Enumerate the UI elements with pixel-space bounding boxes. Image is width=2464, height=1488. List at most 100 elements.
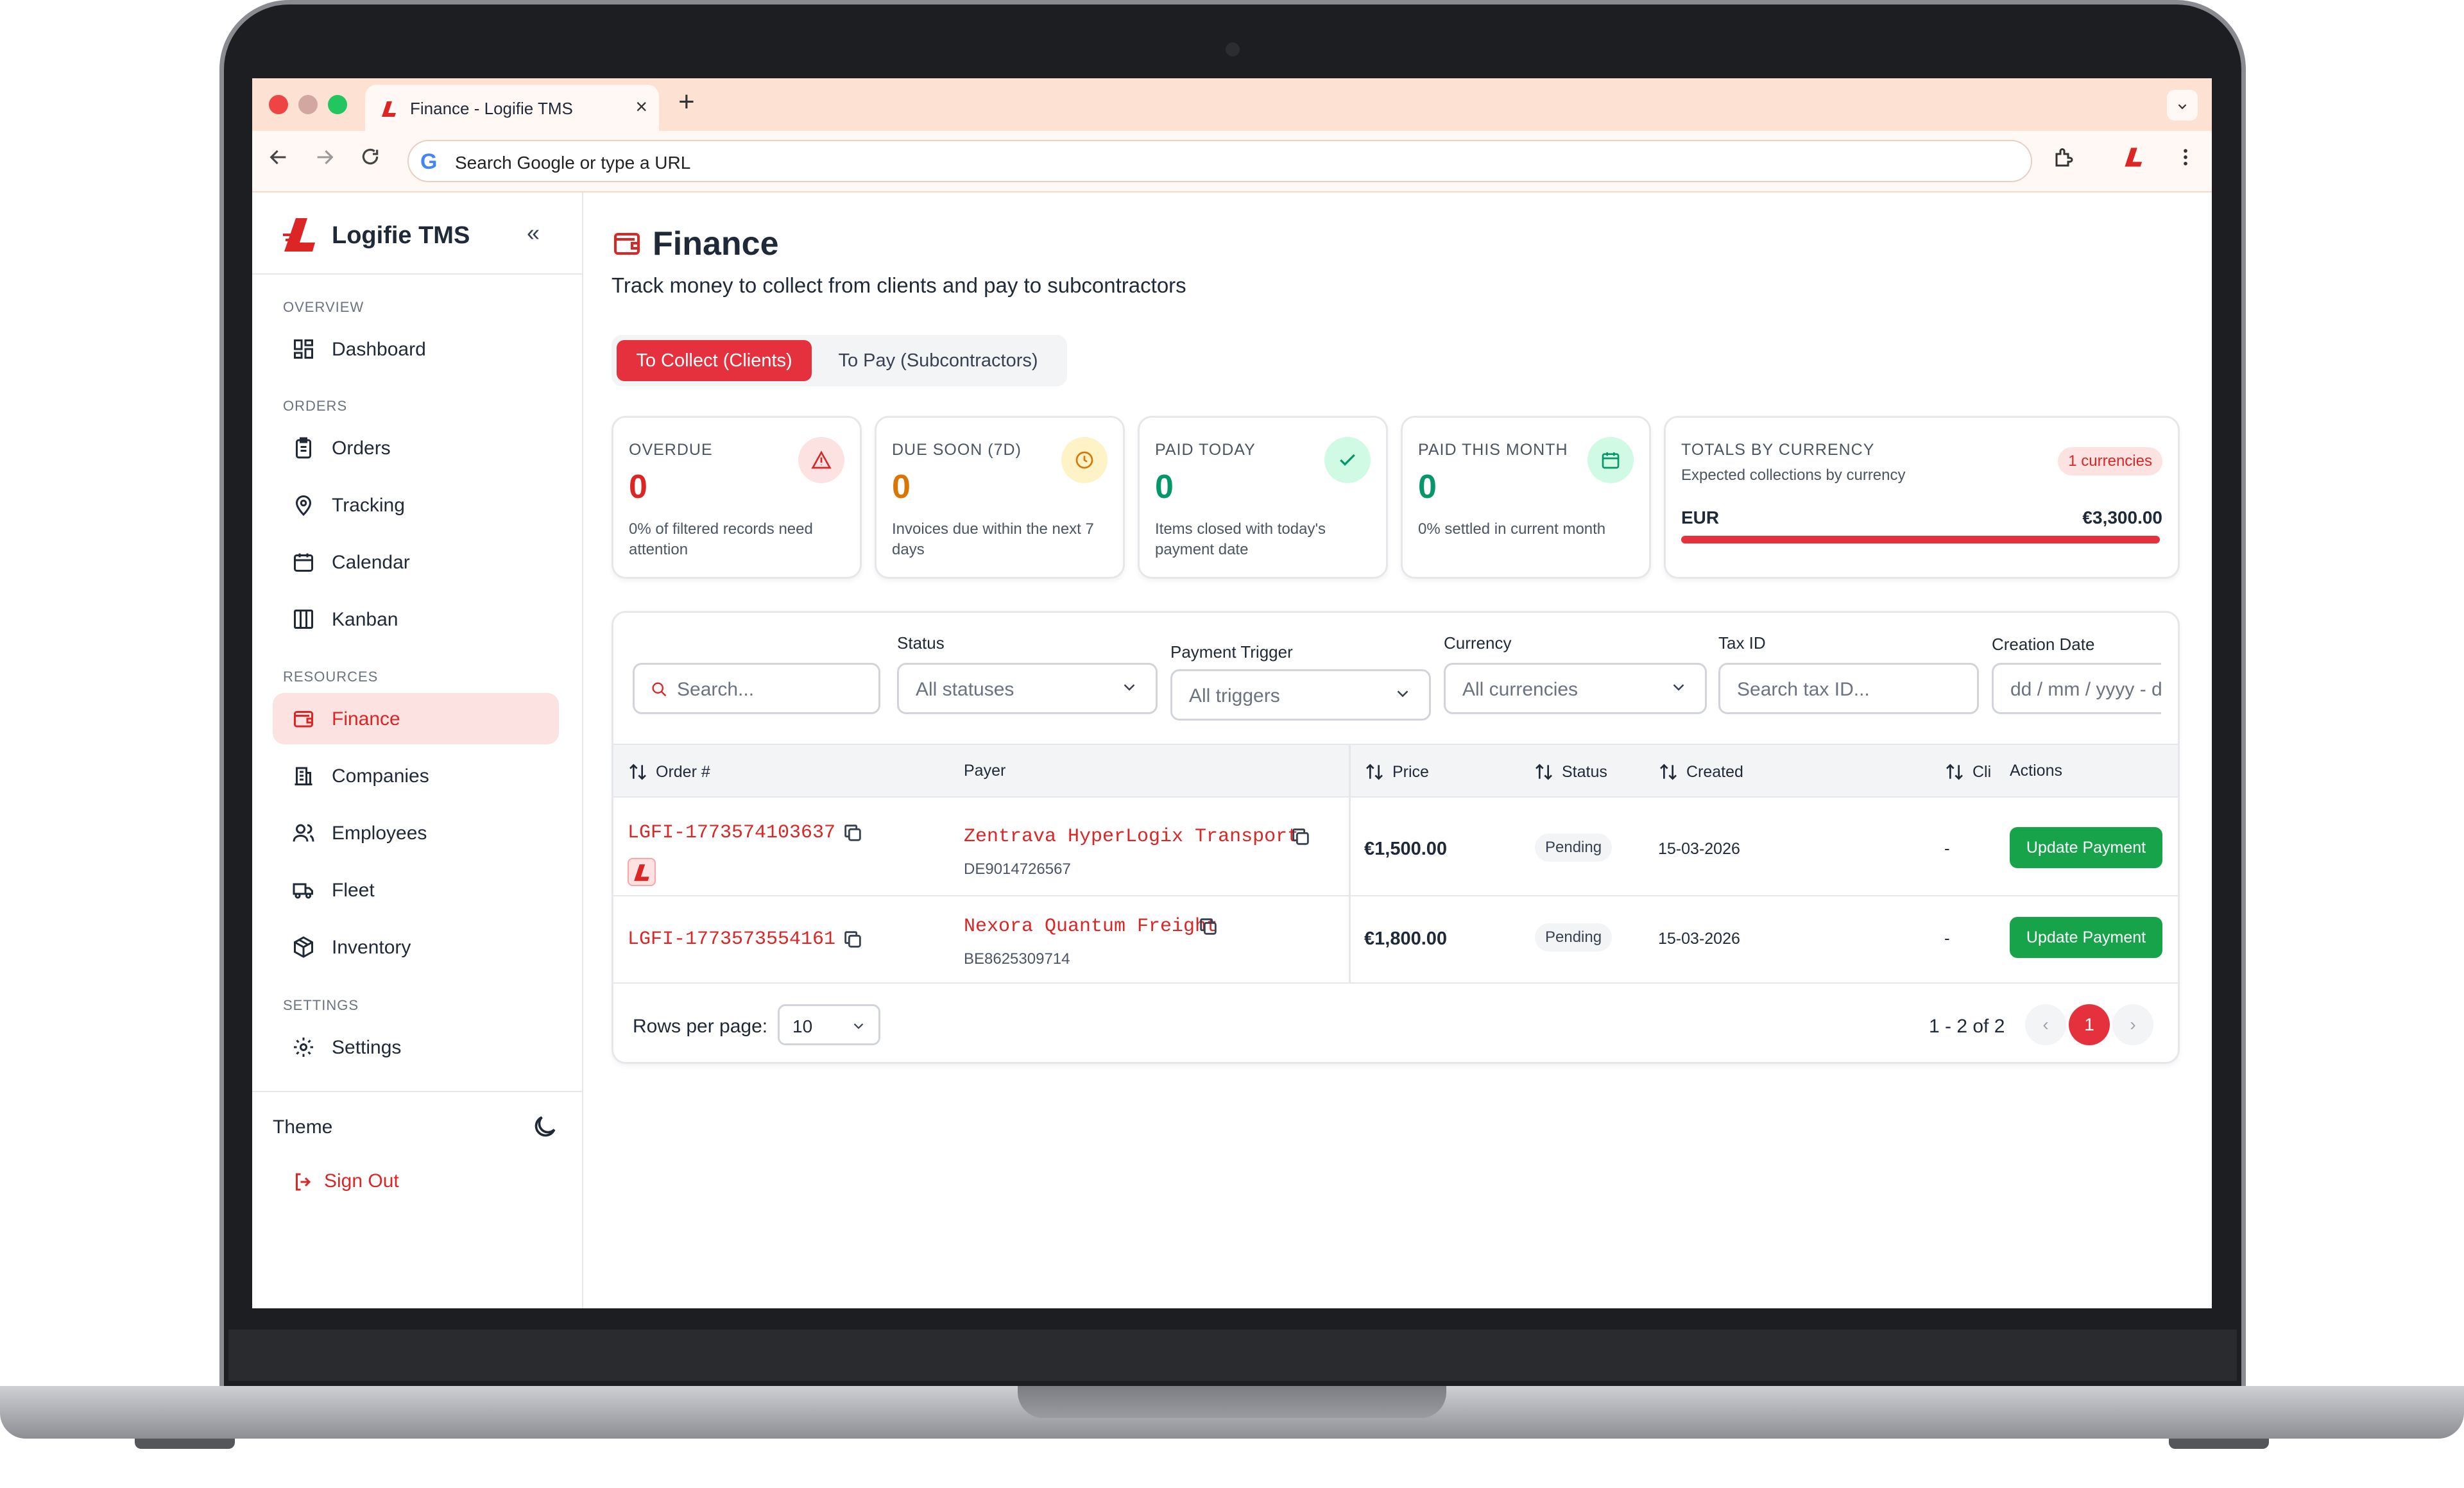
sidebar-item-employees[interactable]: Employees (273, 807, 559, 859)
column-cli[interactable]: Cli (1944, 762, 1991, 782)
brand-name: Logifie TMS (332, 222, 470, 249)
payer-name-link[interactable]: Nexora Quantum Freight (964, 916, 1218, 937)
card-description: Invoices due within the next 7 days (892, 520, 1094, 558)
tab-to-collect[interactable]: To Collect (Clients) (617, 340, 812, 381)
price-value: €1,800.00 (1364, 928, 1448, 949)
previous-page-button[interactable]: ‹ (2025, 1004, 2066, 1045)
clipboard-icon (296, 437, 311, 459)
currency-select-value: All currencies (1462, 679, 1579, 700)
column-divider (1349, 744, 1351, 982)
card-value: 0 (629, 468, 647, 506)
back-arrow-icon[interactable] (268, 146, 289, 168)
copy-icon[interactable] (842, 928, 864, 950)
status-filter-label: Status (897, 633, 945, 653)
tab-title: Finance - Logifie TMS (410, 99, 573, 118)
logifie-extension-icon[interactable] (2123, 146, 2145, 168)
next-page-button[interactable]: › (2112, 1004, 2153, 1045)
rows-per-page-select[interactable]: 10 (778, 1004, 880, 1045)
browser-menu-icon[interactable] (2175, 146, 2196, 168)
forward-arrow-icon[interactable] (314, 146, 336, 168)
webcam (1226, 42, 1240, 56)
sidebar-item-tracking[interactable]: Tracking (273, 479, 559, 531)
update-payment-button[interactable]: Update Payment (2010, 827, 2162, 868)
browser-tab-bar: Finance - Logifie TMS × + (252, 78, 2212, 131)
page-1-button[interactable]: 1 (2069, 1004, 2110, 1045)
rows-per-page-value: 10 (792, 1016, 813, 1036)
update-payment-button[interactable]: Update Payment (2010, 917, 2162, 958)
tab-search-button[interactable] (2167, 90, 2198, 121)
tab-close-icon[interactable]: × (635, 95, 647, 119)
taxid-placeholder: Search tax ID... (1737, 679, 1870, 700)
collapse-sidebar-icon[interactable]: « (527, 219, 540, 246)
calendar-icon (294, 553, 313, 572)
map-pin-icon (295, 495, 312, 517)
sidebar-item-settings[interactable]: Settings (273, 1022, 559, 1073)
building-icon (295, 767, 312, 785)
omnibox[interactable]: G Search Google or type a URL (407, 140, 2032, 182)
search-input[interactable]: Search... (633, 663, 880, 714)
reload-icon[interactable] (360, 146, 381, 167)
chevron-down-icon (1673, 684, 1684, 691)
package-icon (294, 936, 313, 958)
taxid-input[interactable]: Search tax ID... (1718, 663, 1979, 714)
order-number-link[interactable]: LGFI-1773574103637 (628, 822, 835, 844)
column-order-label: Order # (656, 763, 710, 781)
sidebar-item-orders[interactable]: Orders (273, 422, 559, 474)
sign-out-button[interactable]: Sign Out (292, 1170, 399, 1193)
theme-label: Theme (273, 1116, 333, 1138)
payer-tax-id: BE8625309714 (964, 950, 1070, 968)
card-label: PAID THIS MONTH (1418, 441, 1568, 459)
currency-code: EUR (1681, 508, 1720, 527)
sidebar-item-fleet[interactable]: Fleet (273, 864, 559, 916)
sidebar-item-finance[interactable]: Finance (273, 693, 559, 744)
sidebar-item-calendar[interactable]: Calendar (273, 536, 559, 588)
google-icon: G (420, 150, 438, 174)
window-minimize-dot[interactable] (298, 95, 318, 114)
column-order[interactable]: Order # (628, 762, 710, 782)
currency-select[interactable]: All currencies (1444, 663, 1707, 714)
new-tab-button[interactable]: + (678, 86, 695, 118)
table-header: Order # Payer Price Status Created Cli A… (613, 744, 2178, 798)
price-value: €1,500.00 (1364, 839, 1448, 859)
users-icon (293, 824, 314, 842)
tab-to-pay[interactable]: To Pay (Subcontractors) (819, 340, 1057, 381)
column-created[interactable]: Created (1658, 762, 1743, 782)
column-price-label: Price (1392, 763, 1429, 781)
logifie-favicon-icon (382, 101, 396, 117)
finance-tabs: To Collect (Clients) To Pay (Subcontract… (612, 335, 1067, 386)
copy-icon[interactable] (842, 822, 864, 844)
sidebar-item-dashboard[interactable]: Dashboard (273, 323, 559, 375)
payer-name-link[interactable]: Zentrava HyperLogix Transport (964, 826, 1299, 848)
currency-filter-label: Currency (1444, 633, 1512, 653)
copy-icon[interactable] (1290, 826, 1312, 848)
window-close-dot[interactable] (269, 95, 288, 114)
sidebar-item-label: Inventory (332, 937, 411, 958)
copy-icon[interactable] (1197, 916, 1219, 937)
sidebar-item-companies[interactable]: Companies (273, 750, 559, 801)
wallet-icon (614, 233, 640, 255)
column-status[interactable]: Status (1534, 762, 1607, 782)
extensions-puzzle-icon[interactable] (2053, 146, 2076, 169)
laptop-foot-left (135, 1439, 235, 1449)
trigger-select-value: All triggers (1189, 685, 1280, 706)
sidebar-item-inventory[interactable]: Inventory (273, 921, 559, 973)
payment-trigger-select[interactable]: All triggers (1170, 669, 1431, 721)
window-zoom-dot[interactable] (328, 95, 347, 114)
date-placeholder: dd / mm / yyyy - d (2010, 679, 2161, 700)
status-select[interactable]: All statuses (897, 663, 1158, 714)
browser-tab[interactable]: Finance - Logifie TMS × (365, 85, 659, 131)
column-price[interactable]: Price (1364, 762, 1429, 782)
sidebar-item-kanban[interactable]: Kanban (273, 594, 559, 645)
laptop-foot-right (2169, 1439, 2269, 1449)
status-badge: Pending (1535, 834, 1613, 862)
card-description: Items closed with today's payment date (1155, 520, 1326, 558)
card-due-soon: DUE SOON (7D) 0 Invoices due within the … (875, 416, 1125, 579)
check-icon (1340, 454, 1355, 466)
card-label: PAID TODAY (1155, 441, 1256, 459)
chevron-down-icon (1397, 690, 1408, 697)
creation-date-input[interactable]: dd / mm / yyyy - d (1992, 663, 2161, 714)
moon-icon[interactable] (531, 1113, 559, 1141)
section-orders: ORDERS (283, 398, 348, 414)
created-date: 15-03-2026 (1658, 840, 1740, 858)
order-number-link[interactable]: LGFI-1773573554161 (628, 928, 835, 950)
